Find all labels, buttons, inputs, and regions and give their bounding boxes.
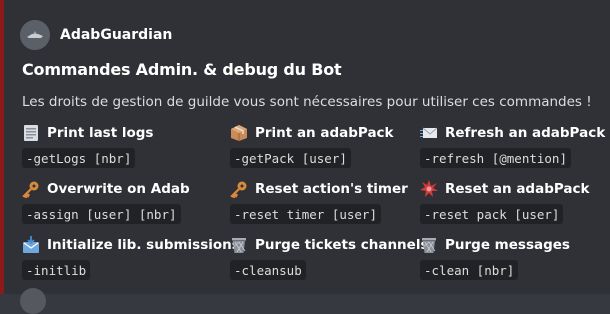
author-name[interactable]: AdabGuardian [60,27,172,43]
wastebasket-icon [422,238,436,253]
wastebasket-icon [232,238,246,253]
package-icon [231,125,247,141]
field-name: Initialize lib. submissions [47,237,240,253]
field-purge-messages: Purge messages -clean [nbr] [420,235,610,280]
command-code: -assign [user] [nbr] [22,204,181,224]
field-name: Reset action's timer [255,181,408,197]
field-overwrite-on-adab: Overwrite on Adab -assign [user] [nbr] [22,179,212,224]
log-icon [24,125,38,141]
embed-description: Les droits de gestion de guilde vous son… [22,94,592,110]
field-name: Refresh an adabPack [445,125,606,141]
field-name: Print an adabPack [255,125,394,141]
field-print-adabpack: Print an adabPack -getPack [user] [230,123,420,168]
field-print-last-logs: Print last logs -getLogs [nbr] [22,123,212,168]
field-name: Reset an adabPack [445,181,590,197]
command-code: -reset pack [user] [420,204,564,224]
inbox-icon [23,236,39,253]
embed-title: Commandes Admin. & debug du Bot [22,60,342,79]
field-name: Print last logs [47,125,154,141]
envelope-icon [420,127,438,138]
field-initialize-lib-submissions: Initialize lib. submissions -initlib [22,235,240,280]
embed-accent-bar [0,0,4,294]
embed-author: AdabGuardian [20,20,172,50]
field-refresh-adabpack: Refresh an adabPack -refresh [@mention] [420,123,610,168]
key-icon [230,181,247,198]
command-code: -initlib [22,260,91,280]
command-code: -refresh [@mention] [420,148,571,168]
command-code: -cleansub [230,260,306,280]
field-name: Overwrite on Adab [47,181,190,197]
embed: AdabGuardian Commandes Admin. & debug du… [0,0,610,314]
field-reset-adabpack: Reset an adabPack -reset pack [user] [420,179,610,224]
key-icon [22,181,39,198]
command-code: -clean [nbr] [420,260,519,280]
command-code: -reset timer [user] [230,204,381,224]
boom-icon [420,180,438,197]
field-name: Purge tickets channels [255,237,429,253]
field-reset-action-timer: Reset action's timer -reset timer [user] [230,179,420,224]
bot-avatar[interactable] [20,20,50,50]
field-name: Purge messages [445,237,570,253]
next-message-avatar[interactable] [20,288,46,314]
command-code: -getLogs [nbr] [22,148,136,168]
field-purge-tickets-channels: Purge tickets channels -cleansub [230,235,429,280]
command-code: -getPack [user] [230,148,351,168]
